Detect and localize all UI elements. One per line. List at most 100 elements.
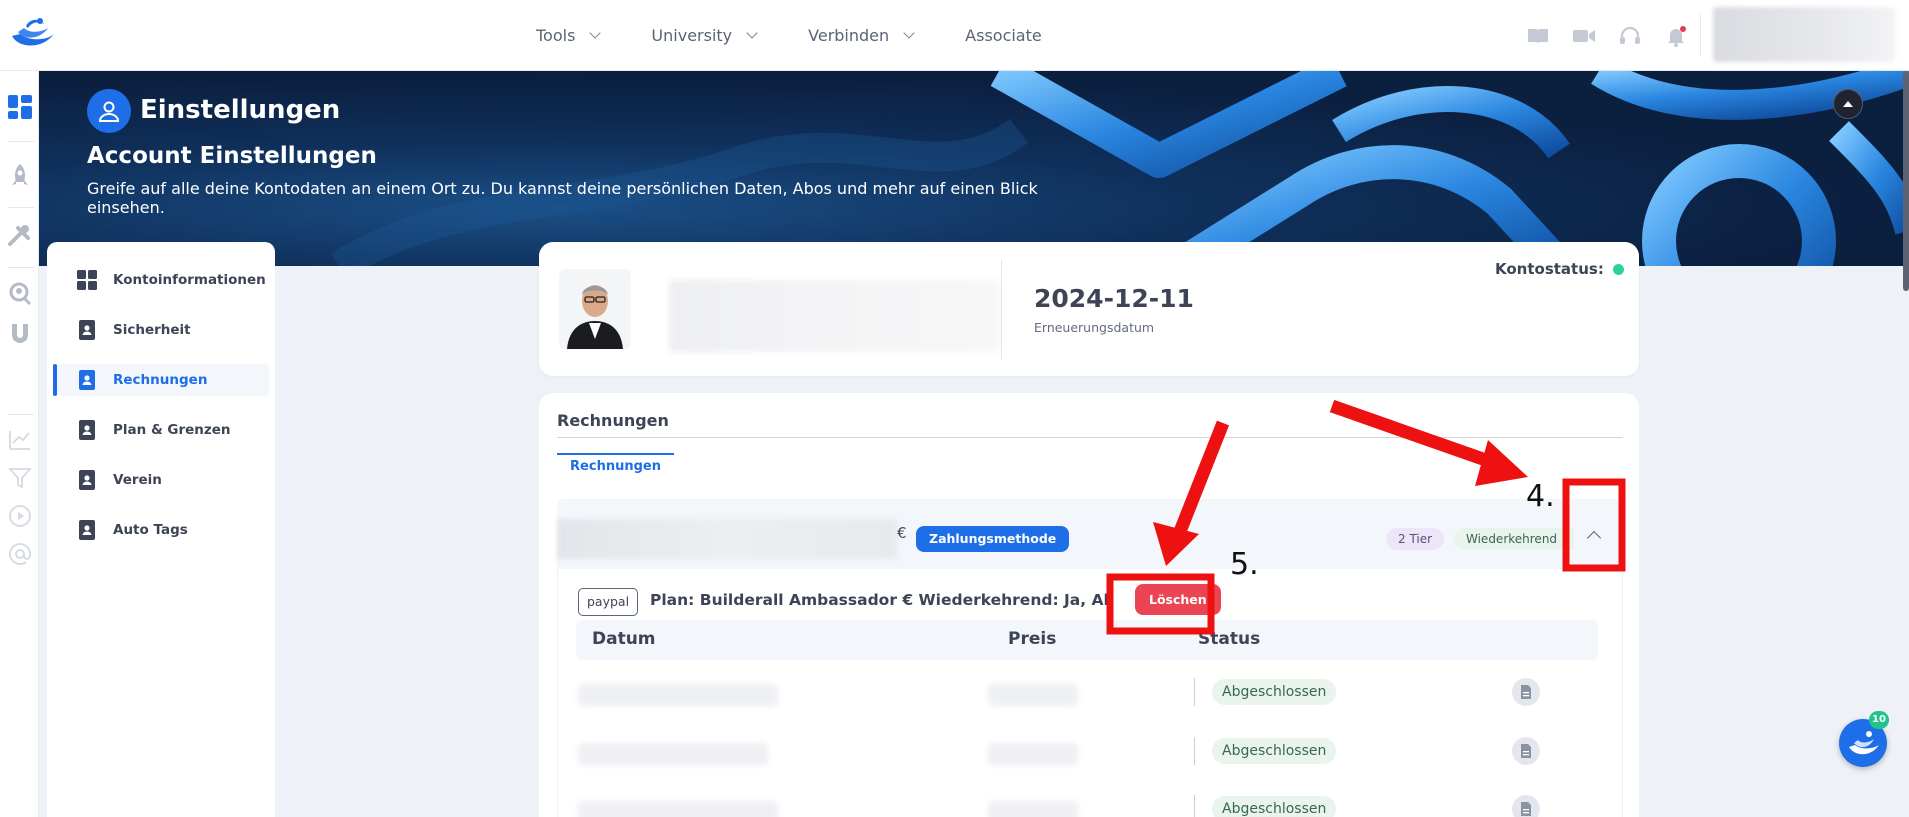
video-camera-icon[interactable] [1572,24,1596,48]
collapse-banner-button[interactable] [1833,89,1863,119]
funnel-icon[interactable] [7,465,33,491]
top-icons [1526,0,1688,71]
document-icon [1521,802,1531,816]
table-row: Abgeschlossen [558,791,1624,817]
column-date: Datum [592,629,656,649]
at-sign-icon[interactable] [7,541,33,567]
renewal-date-label: Erneuerungsdatum [1034,320,1155,335]
avatar [559,269,631,349]
status-badge: Abgeschlossen [1212,738,1337,764]
contact-book-icon [79,520,95,540]
bell-icon[interactable] [1664,24,1688,48]
top-bar: Tools University Verbinden Associate [0,0,1909,71]
payment-provider-badge: paypal [578,588,639,616]
table-row: Abgeschlossen [558,674,1624,714]
chevron-down-icon [746,27,758,39]
step-label-4: 4. [1526,479,1555,514]
column-price: Preis [1008,629,1057,649]
download-invoice-button[interactable] [1512,737,1540,765]
contact-book-icon [79,320,95,340]
rocket-icon[interactable] [7,163,33,189]
settings-sidebar: Kontoinformationen Sicherheit Rechnungen… [47,242,275,817]
contact-book-icon [79,370,95,390]
invoice-date [578,801,778,817]
invoices-card: Rechnungen Rechnungen € Zahlungsmethode … [539,393,1639,817]
plan-details: Plan: Builderall Ambassador € Wiederkehr… [650,591,1110,609]
chart-icon[interactable] [7,427,33,453]
user-circle-icon [87,89,131,133]
status-badge: Abgeschlossen [1212,796,1337,817]
app-rail [0,71,39,817]
sidebar-item-auto-tags[interactable]: Auto Tags [53,514,269,546]
subscription-title [557,519,897,559]
contact-book-icon [79,420,95,440]
main-nav: Tools University Verbinden Associate [536,0,1042,71]
caret-up-icon [1843,101,1853,107]
page-title: Einstellungen [140,95,341,125]
download-invoice-button[interactable] [1512,795,1540,817]
page-description: Greife auf alle deine Kontodaten an eine… [87,179,1038,217]
user-menu[interactable] [1713,7,1895,62]
subscription-accordion-header[interactable]: € Zahlungsmethode 2 Tier Wiederkehrend [557,499,1623,569]
divider [8,267,34,268]
column-status: Status [1198,629,1261,649]
search-person-icon[interactable] [7,281,33,307]
chevron-up-icon[interactable] [1586,530,1602,546]
invoice-date [578,684,778,706]
tab-rechnungen[interactable]: Rechnungen [557,453,674,485]
divider [1700,14,1701,56]
headset-icon[interactable] [1618,24,1642,48]
grid-icon [77,270,97,290]
delete-subscription-button[interactable]: Löschen [1135,584,1221,615]
currency-symbol: € [897,524,907,542]
profile-card: 2024-12-11 Erneuerungsdatum Kontostatus: [539,242,1639,376]
nav-associate[interactable]: Associate [965,26,1042,45]
step-label-5: 5. [1230,547,1259,582]
invoice-table-header: Datum Preis Status [576,620,1598,660]
payment-method-button[interactable]: Zahlungsmethode [916,526,1070,552]
sidebar-item-kontoinformationen[interactable]: Kontoinformationen [53,264,269,296]
divider [1001,260,1002,360]
document-icon [1521,744,1531,758]
invoice-date [578,743,768,765]
notification-dot [1680,25,1686,32]
magnet-icon[interactable] [7,321,33,347]
page-scrollbar[interactable] [1903,71,1909,291]
dashboard-icon[interactable] [7,94,33,120]
page-subtitle: Account Einstellungen [87,143,377,169]
nav-verbinden[interactable]: Verbinden [808,26,915,45]
document-icon [1521,685,1531,699]
nav-tools[interactable]: Tools [536,26,602,45]
status-badge: Abgeschlossen [1212,679,1337,705]
divider [1194,678,1195,706]
chat-unread-badge: 10 [1869,711,1889,729]
divider [8,141,34,142]
book-icon[interactable] [1526,24,1550,48]
invoice-price [988,684,1078,706]
play-circle-icon[interactable] [7,503,33,529]
sidebar-item-sicherheit[interactable]: Sicherheit [53,314,269,346]
sidebar-item-rechnungen[interactable]: Rechnungen [53,364,269,396]
recurring-badge: Wiederkehrend [1454,528,1574,550]
divider [8,207,34,208]
renewal-date: 2024-12-11 [1034,284,1194,313]
builderall-logo-icon[interactable] [8,12,60,52]
status-indicator [1612,263,1624,275]
invoice-price [988,801,1078,817]
nav-university[interactable]: University [651,26,758,45]
subscription-accordion-body: paypal Plan: Builderall Ambassador € Wie… [557,569,1623,817]
sidebar-item-plan-grenzen[interactable]: Plan & Grenzen [53,414,269,446]
account-status: Kontostatus: [1495,260,1624,278]
tier-badge: 2 Tier [1386,528,1445,550]
divider [557,437,1623,438]
contact-book-icon [79,470,95,490]
divider [8,414,34,415]
divider [1194,737,1195,765]
chevron-down-icon [589,27,602,39]
table-row: Abgeschlossen [558,733,1624,773]
download-invoice-button[interactable] [1512,678,1540,706]
chevron-down-icon [903,27,915,39]
invoices-heading: Rechnungen [557,411,669,430]
tools-icon[interactable] [7,223,33,249]
sidebar-item-verein[interactable]: Verein [53,464,269,496]
